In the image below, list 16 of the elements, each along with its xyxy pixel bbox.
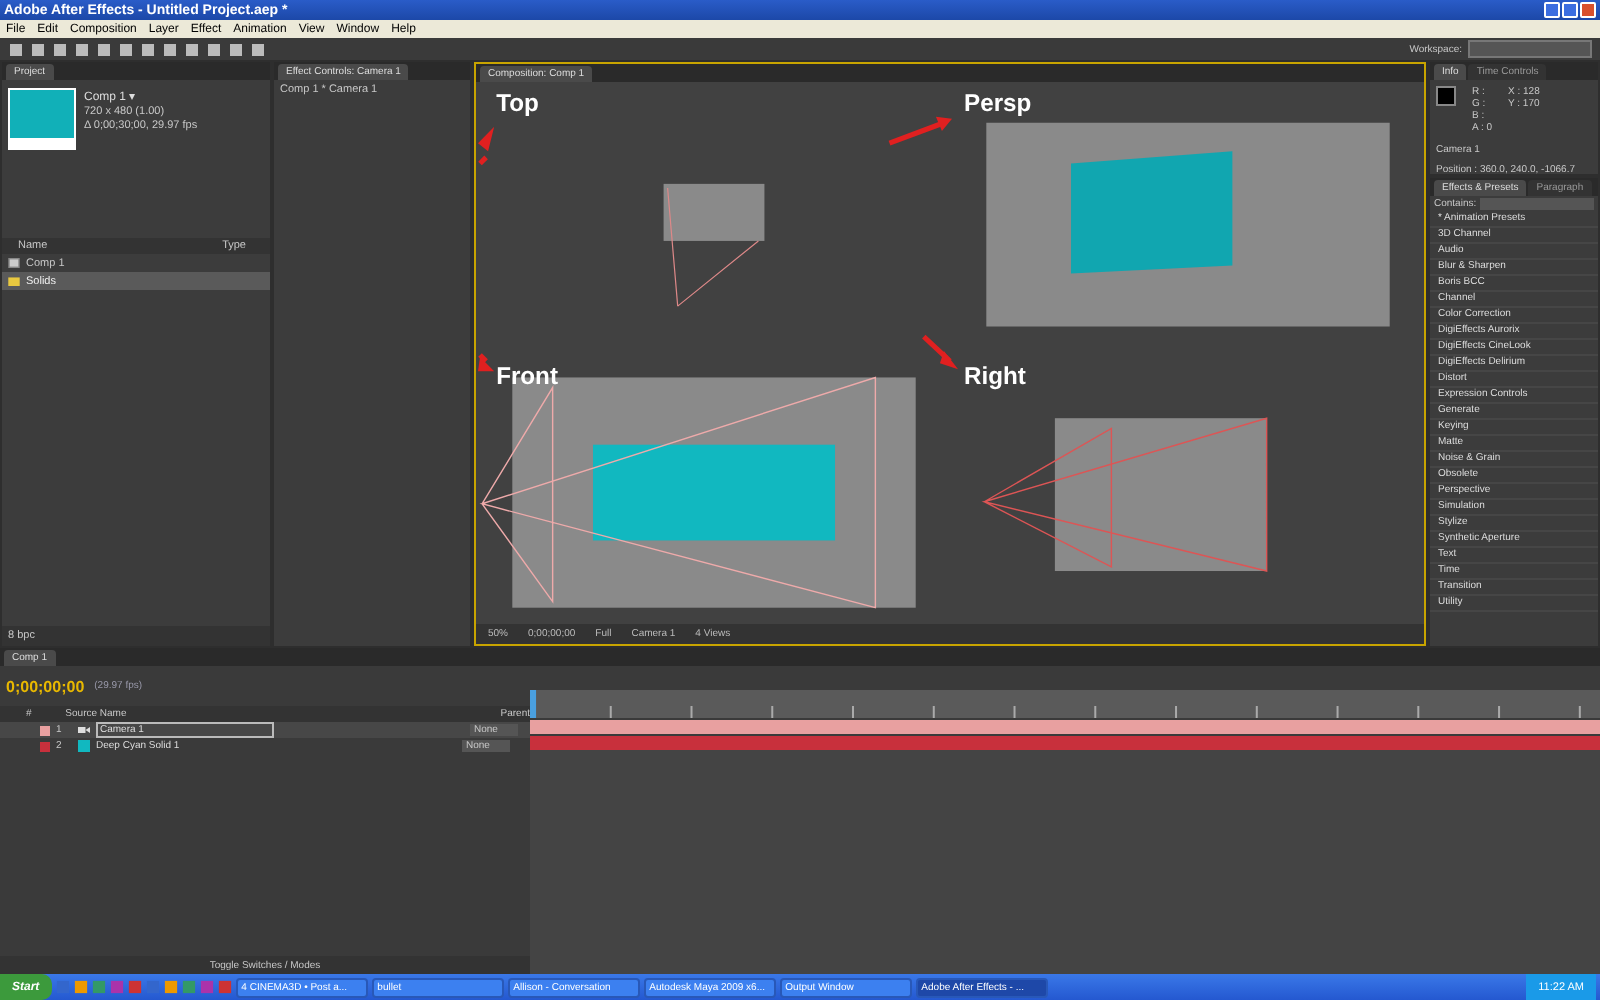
comp-icon [8,258,20,268]
folder-icon [8,276,20,286]
view-label: Front [496,361,558,390]
solid-icon [78,740,90,752]
view-label: Right [964,361,1026,390]
close-button[interactable] [1580,2,1596,18]
minimize-button[interactable] [1544,2,1560,18]
comp-thumbnail [8,88,76,150]
camera-icon [78,724,90,736]
timecode[interactable]: 0;00;00;00 [6,677,85,695]
view-label: Top [496,88,539,117]
layer-duration-bar[interactable] [530,719,1600,733]
view-label: Persp [964,88,1032,117]
maximize-button[interactable] [1562,2,1578,18]
search-field[interactable] [1480,198,1594,210]
color-swatch [1436,86,1456,106]
